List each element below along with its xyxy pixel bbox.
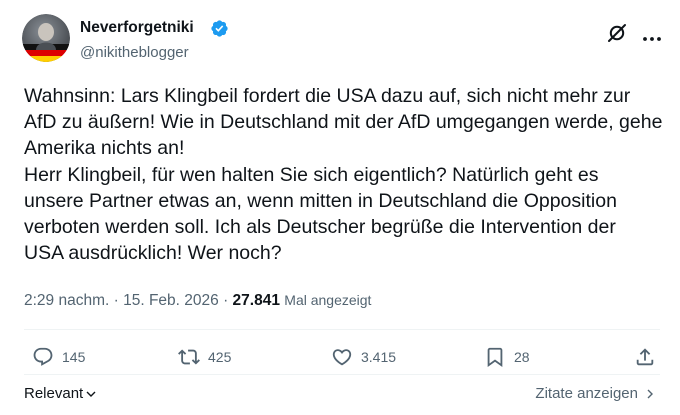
sort-dropdown[interactable]: Relevant: [24, 385, 97, 402]
divider: [24, 374, 660, 375]
heart-icon: [332, 349, 352, 366]
tweet-time[interactable]: 2:29 nachm.: [24, 292, 109, 309]
share-icon: [636, 348, 654, 366]
tweet-meta: 2:29 nachm. · 15. Feb. 2026 · 27.841 Mal…: [24, 290, 371, 311]
tweet: Neverforgetniki @nikitheblogger Wahnsinn…: [0, 0, 680, 415]
author-name[interactable]: Neverforgetniki: [80, 18, 194, 38]
repost-button[interactable]: 425: [178, 345, 231, 369]
more-icon[interactable]: [641, 30, 663, 41]
bookmark-icon: [487, 347, 503, 368]
like-count: 3.415: [361, 349, 397, 365]
views-count: 27.841: [232, 292, 280, 309]
grok-icon[interactable]: [606, 22, 628, 44]
share-button[interactable]: [634, 345, 656, 369]
tweet-text: Wahnsinn: Lars Klingbeil fordert die USA…: [24, 85, 663, 265]
chevron-down-icon: [86, 391, 96, 397]
reply-count: 145: [62, 349, 86, 365]
repost-icon: [178, 349, 200, 365]
reply-icon: [33, 347, 53, 366]
repost-count: 425: [208, 349, 232, 365]
meta-separator: ·: [218, 292, 233, 309]
divider: [24, 329, 660, 330]
quotes-label: Zitate anzeigen: [535, 385, 638, 402]
bookmark-count: 28: [514, 349, 530, 365]
avatar[interactable]: [22, 14, 70, 62]
chevron-right-icon: [647, 389, 653, 398]
like-button[interactable]: 3.415: [331, 345, 396, 369]
verified-badge-icon[interactable]: [210, 19, 229, 38]
views-label: Mal angezeigt: [284, 292, 372, 308]
sort-label: Relevant: [24, 385, 84, 402]
view-quotes-link[interactable]: Zitate anzeigen: [535, 385, 656, 402]
tweet-date[interactable]: 15. Feb. 2026: [123, 292, 219, 309]
author-handle[interactable]: @nikitheblogger: [80, 43, 189, 63]
meta-separator: ·: [109, 292, 124, 309]
bookmark-button[interactable]: 28: [484, 345, 530, 369]
reply-button[interactable]: 145: [32, 345, 85, 369]
